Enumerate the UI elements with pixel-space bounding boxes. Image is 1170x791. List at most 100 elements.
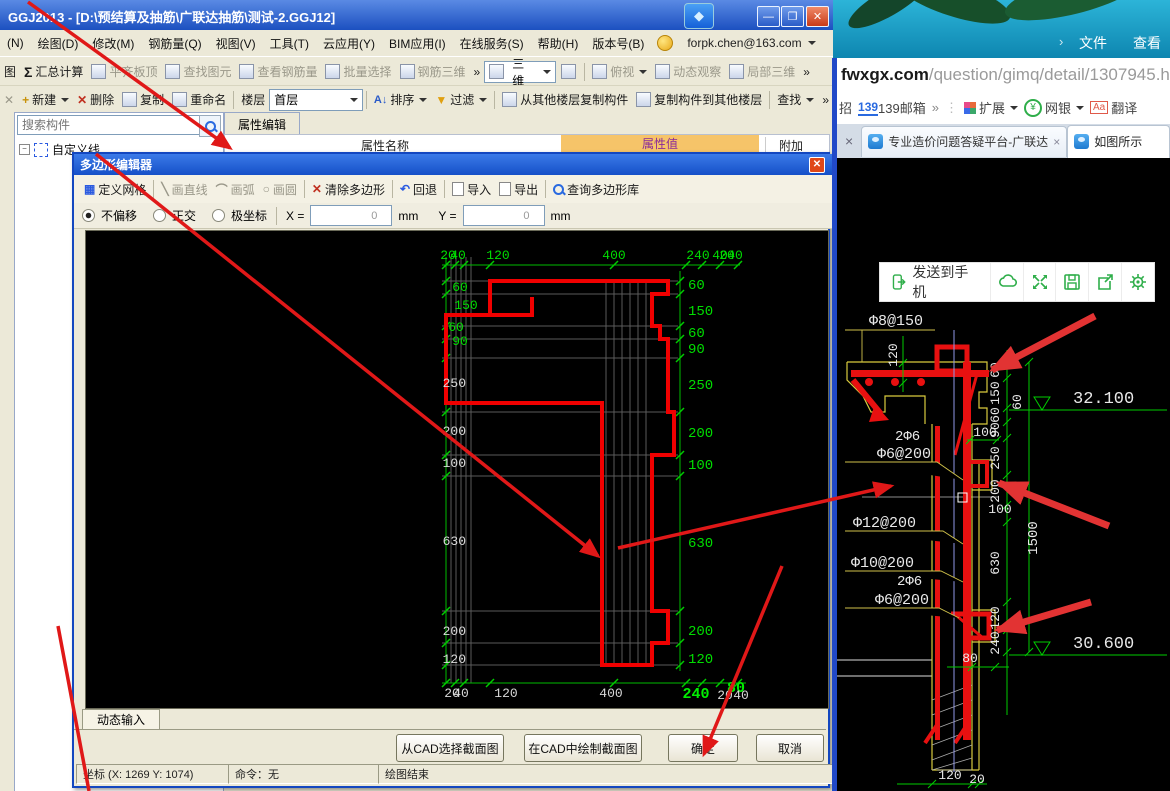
copy-to-floor-button[interactable]: 复制构件到其他楼层: [632, 89, 766, 110]
import-button[interactable]: 导入: [448, 179, 495, 200]
toolbar-partial-label[interactable]: 图: [0, 61, 20, 82]
share-button[interactable]: [1089, 263, 1122, 301]
status-message: 绘图结束: [378, 764, 836, 784]
draw-circle-button[interactable]: ○画圆: [259, 179, 301, 200]
palm-leaf: [891, 0, 1016, 34]
rebar-label: Φ8@150: [869, 313, 923, 330]
toolbar-overflow-3[interactable]: »: [818, 91, 833, 109]
chevron-down-icon: [639, 70, 647, 78]
menu-view[interactable]: 视图(V): [209, 32, 263, 55]
ok-button[interactable]: 确定: [668, 734, 738, 762]
menu-tools[interactable]: 工具(T): [263, 32, 316, 55]
panel-close-icon[interactable]: ✕: [0, 91, 18, 109]
view-rebar-button[interactable]: 查看钢筋量: [235, 61, 321, 82]
sort-button[interactable]: A↓排序: [370, 89, 431, 110]
menu-rebar-qty[interactable]: 钢筋量(Q): [141, 32, 208, 55]
menu-bim[interactable]: BIM应用(I): [382, 32, 453, 55]
x-input[interactable]: [310, 205, 392, 226]
search-input[interactable]: [17, 115, 201, 135]
browser-menu-view[interactable]: 查看: [1133, 33, 1161, 53]
toolbar-overflow-2[interactable]: »: [799, 63, 814, 81]
draw-in-cad-button[interactable]: 在CAD中绘制截面图: [524, 734, 642, 762]
address-bar[interactable]: fwxgx.com /question/gimq/detail/1307945.…: [837, 58, 1170, 92]
polygon-canvas[interactable]: 20 40 120 400 240 40 20 40 60 150 60: [85, 230, 829, 709]
copy-from-floor-button[interactable]: 从其他楼层复制构件: [498, 89, 632, 110]
tab-dynamic-input[interactable]: 动态输入: [82, 709, 160, 730]
translate-button[interactable]: Aa翻译: [1090, 98, 1137, 117]
local-3d-button[interactable]: 局部三维: [725, 61, 799, 82]
find-button[interactable]: 查找: [773, 89, 818, 110]
fullscreen-button[interactable]: [1024, 263, 1057, 301]
batch-select-button[interactable]: 批量选择: [321, 61, 395, 82]
menu-partial[interactable]: (N): [0, 33, 31, 53]
dynamic-input-label: 动态输入: [97, 713, 145, 727]
cancel-button[interactable]: 取消: [756, 734, 824, 762]
hidden-tab-close[interactable]: ×: [837, 133, 861, 149]
export-button[interactable]: 导出: [495, 179, 542, 200]
copy-button[interactable]: 复制: [118, 89, 168, 110]
draw-arc-button[interactable]: ⌒画弧: [212, 179, 259, 200]
undo-button[interactable]: ↶回退: [396, 179, 441, 200]
dim-right: 200: [688, 624, 713, 640]
bookmarks-overflow[interactable]: »: [932, 100, 939, 115]
bank-button[interactable]: ¥网银: [1024, 98, 1084, 117]
cloud-button[interactable]: [991, 263, 1024, 301]
tree-collapse-icon[interactable]: −: [19, 144, 30, 155]
clear-polygon-button[interactable]: ✕清除多边形: [308, 179, 389, 200]
account-selector[interactable]: forpk.chen@163.com: [687, 36, 815, 50]
menu-cloud[interactable]: 云应用(Y): [316, 32, 382, 55]
bookmark-139-mail[interactable]: 139139邮箱: [858, 98, 926, 117]
delete-button[interactable]: ✕删除: [73, 89, 118, 110]
menu-draw[interactable]: 绘图(D): [31, 32, 86, 55]
select-from-cad-button[interactable]: 从CAD选择截面图: [396, 734, 504, 762]
radio-polar[interactable]: [212, 209, 225, 222]
dialog-close-button[interactable]: ✕: [809, 157, 825, 173]
menu-help[interactable]: 帮助(H): [531, 32, 586, 55]
radio-no-offset[interactable]: [82, 209, 95, 222]
top-view-button[interactable]: 俯视: [588, 61, 651, 82]
tab-qa-platform[interactable]: 专业造价问题答疑平台-广联达 ×: [861, 126, 1067, 157]
cube-icon[interactable]: [561, 64, 576, 79]
orbit-button[interactable]: 动态观察: [651, 61, 725, 82]
x-label: X =: [286, 209, 304, 223]
draw-line-button[interactable]: ╲画直线: [157, 179, 211, 200]
find-element-button[interactable]: 查找图元: [161, 61, 235, 82]
view-mode-combo[interactable]: 三维: [484, 61, 556, 83]
radio-ortho[interactable]: [153, 209, 166, 222]
define-grid-button[interactable]: ▦定义网格: [80, 179, 150, 200]
section-notch: [492, 297, 532, 315]
toolbar-overflow-1[interactable]: »: [470, 63, 485, 81]
browser-menu-file[interactable]: 文件: [1079, 33, 1107, 53]
translate-icon: Aa: [1090, 101, 1108, 114]
save-button[interactable]: [1056, 263, 1089, 301]
tab-as-shown[interactable]: 如图所示: [1067, 125, 1170, 158]
export-label: 导出: [514, 181, 538, 198]
filter-button[interactable]: ▼过滤: [431, 89, 491, 110]
summarize-button[interactable]: Σ汇总计算: [20, 61, 87, 82]
y-input[interactable]: [463, 205, 545, 226]
query-library-button[interactable]: 查询多边形库: [549, 179, 643, 200]
dialog-titlebar[interactable]: 多边形编辑器 ✕: [74, 154, 832, 175]
menu-online[interactable]: 在线服务(S): [453, 32, 531, 55]
tab-close-icon[interactable]: ×: [1053, 135, 1060, 149]
menu-modify[interactable]: 修改(M): [85, 32, 141, 55]
settings-button[interactable]: [1122, 263, 1154, 301]
browser-menu-chevron[interactable]: ›: [1059, 34, 1063, 49]
dim-bottom: 40: [733, 688, 749, 703]
send-to-phone-button[interactable]: 发送到手机: [880, 263, 991, 301]
search-button[interactable]: [199, 115, 221, 137]
new-button[interactable]: +新建: [18, 89, 73, 110]
minimize-button[interactable]: —: [757, 6, 780, 27]
funnel-icon: ▼: [435, 93, 447, 107]
rename-button[interactable]: 重命名: [168, 89, 230, 110]
tab-property-edit[interactable]: 属性编辑: [224, 112, 300, 135]
extensions-button[interactable]: 扩展: [964, 98, 1018, 117]
restore-button[interactable]: ❐: [781, 6, 804, 27]
menu-version[interactable]: 版本号(B): [585, 32, 651, 55]
rebar-3d-button[interactable]: 钢筋三维: [396, 61, 470, 82]
bookmark-partial[interactable]: 招: [839, 98, 852, 117]
tray-icon[interactable]: ◆: [684, 3, 714, 29]
floor-combo[interactable]: 首层: [269, 89, 363, 111]
close-button[interactable]: ✕: [806, 6, 829, 27]
align-slab-button[interactable]: 平齐板顶: [87, 61, 161, 82]
